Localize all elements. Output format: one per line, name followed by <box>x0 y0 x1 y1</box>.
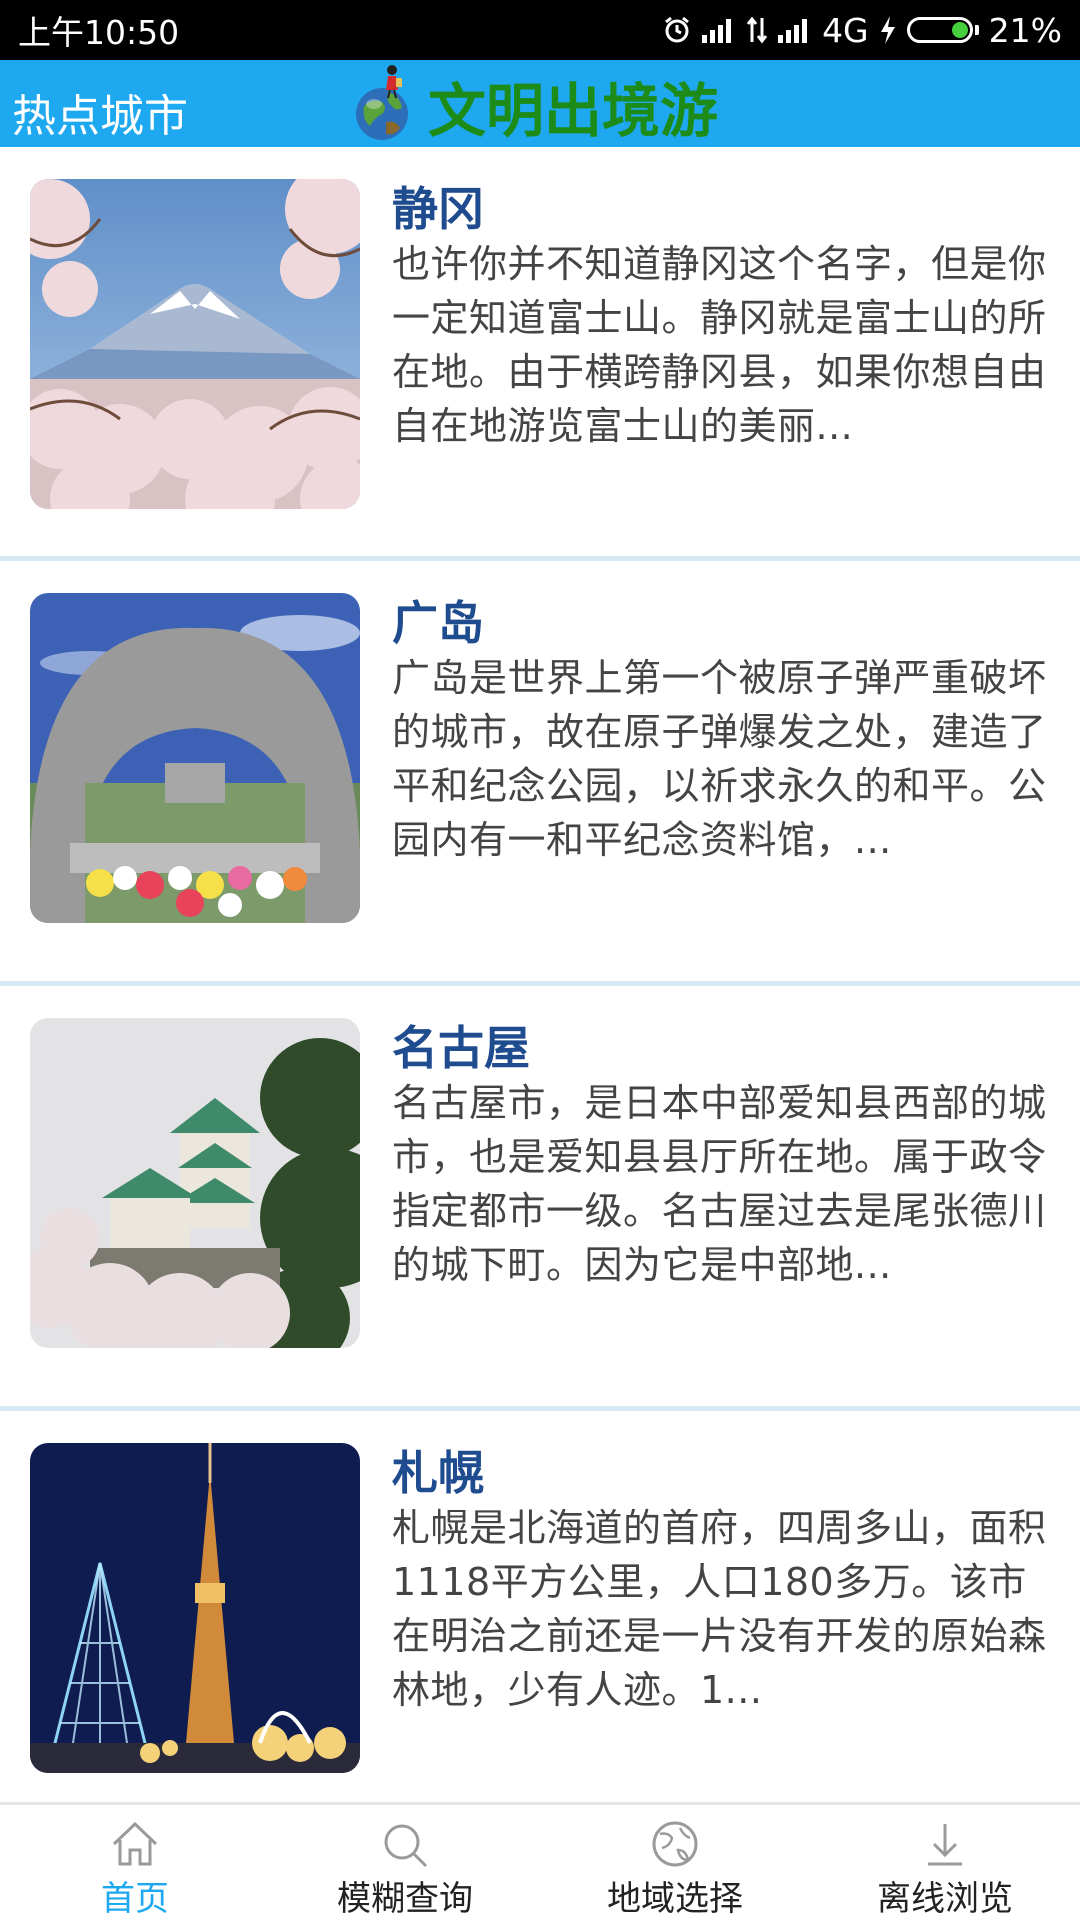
tab-home-label: 首页 <box>101 1879 169 1919</box>
city-description: 札幌是北海道的首府，四周多山，面积1118平方公里，人口180多万。该市在明治之… <box>392 1506 1047 1712</box>
network-type: 4G <box>822 10 869 50</box>
tab-offline[interactable]: 离线浏览 <box>810 1805 1080 1920</box>
status-icons: 4G 21% <box>662 11 1062 50</box>
city-list: 静冈 也许你并不知道静冈这个名字，但是你一定知道富士山。静冈就是富士山的所在地。… <box>0 147 1080 1836</box>
city-name: 静冈 <box>392 182 484 236</box>
city-description: 名古屋市，是日本中部爱知县西部的城市，也是爱知县县厅所在地。属于政令指定都市一级… <box>392 1081 1047 1287</box>
tab-search-label: 模糊查询 <box>337 1879 473 1919</box>
city-image <box>30 179 360 509</box>
battery-percent: 21% <box>988 10 1062 50</box>
city-description: 也许你并不知道静冈这个名字，但是你一定知道富士山。静冈就是富士山的所在地。由于横… <box>392 242 1047 448</box>
tab-region[interactable]: 地域选择 <box>540 1805 810 1920</box>
signal-icon-2 <box>778 17 812 43</box>
download-icon <box>920 1819 970 1869</box>
city-image <box>30 1018 360 1348</box>
city-name: 广岛 <box>392 596 484 650</box>
signal-icon <box>702 17 736 43</box>
tab-region-label: 地域选择 <box>607 1879 743 1919</box>
brand-name: 文明出境游 <box>428 77 719 145</box>
list-item[interactable]: 札幌 札幌是北海道的首府，四周多山，面积1118平方公里，人口180多万。该市在… <box>0 1411 1080 1836</box>
tab-offline-label: 离线浏览 <box>877 1879 1013 1919</box>
search-icon <box>380 1819 430 1869</box>
city-image <box>30 593 360 923</box>
home-icon <box>110 1819 160 1869</box>
globe-traveler-icon <box>352 62 416 144</box>
list-item[interactable]: 静冈 也许你并不知道静冈这个名字，但是你一定知道富士山。静冈就是富士山的所在地。… <box>0 147 1080 561</box>
battery-icon <box>906 17 979 43</box>
charging-icon <box>879 15 897 45</box>
app-header: 热点城市 文明出境游 <box>0 60 1080 147</box>
page-title: 热点城市 <box>12 91 188 142</box>
city-description: 广岛是世界上第一个被原子弹严重破坏的城市，故在原子弹爆发之处，建造了平和纪念公园… <box>392 656 1047 862</box>
status-time: 上午10:50 <box>18 13 180 52</box>
bottom-nav: 首页 模糊查询 地域选择 离线浏览 <box>0 1802 1080 1920</box>
city-name: 名古屋 <box>392 1021 530 1075</box>
city-image <box>30 1443 360 1773</box>
list-item[interactable]: 广岛 广岛是世界上第一个被原子弹严重破坏的城市，故在原子弹爆发之处，建造了平和纪… <box>0 561 1080 986</box>
status-bar: 上午10:50 4G 21% <box>0 0 1080 60</box>
tab-home[interactable]: 首页 <box>0 1805 270 1920</box>
list-item[interactable]: 名古屋 名古屋市，是日本中部爱知县西部的城市，也是爱知县县厅所在地。属于政令指定… <box>0 986 1080 1411</box>
alarm-icon <box>662 15 692 45</box>
city-name: 札幌 <box>392 1446 484 1500</box>
globe-icon <box>650 1819 700 1869</box>
tab-search[interactable]: 模糊查询 <box>270 1805 540 1920</box>
data-transfer-icon <box>746 16 768 44</box>
